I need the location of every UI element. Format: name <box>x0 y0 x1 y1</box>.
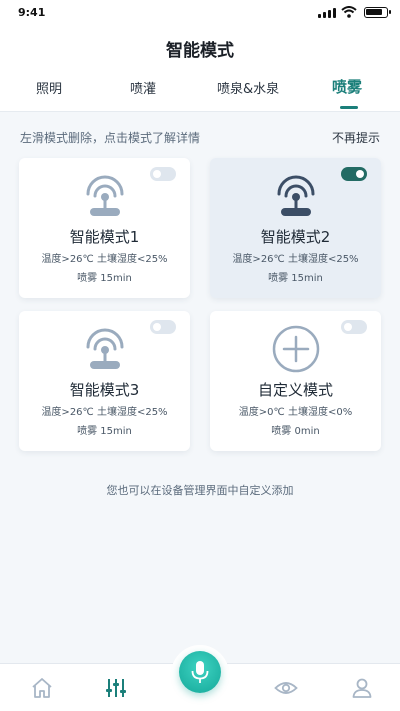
mode-name: 智能模式1 <box>69 228 140 246</box>
custom-add-note: 您也可以在设备管理界面中自定义添加 <box>106 484 294 497</box>
sprinkler-icon <box>86 175 124 216</box>
page-title: 智能模式 <box>166 41 234 61</box>
mode-conditions: 温度>26℃ 土壤湿度<25% <box>41 407 168 418</box>
mode-conditions: 温度>26℃ 土壤湿度<25% <box>232 254 359 265</box>
mode-spray-duration: 喷雾 0min <box>271 426 320 437</box>
dismiss-hint-link[interactable]: 不再提示 <box>332 129 380 146</box>
mode-spray-duration: 喷雾 15min <box>77 426 132 437</box>
voice-button[interactable] <box>171 645 229 703</box>
tab-lighting[interactable]: 照明 <box>36 78 62 97</box>
battery-icon <box>364 7 391 18</box>
active-tab-indicator <box>340 106 358 109</box>
mode-name: 智能模式3 <box>69 381 140 399</box>
mode-toggle[interactable] <box>150 320 176 334</box>
add-circle-icon[interactable] <box>271 325 321 373</box>
header-panel: 9:41 智能模式 照明 喷灌 喷泉&水泉 喷雾 <box>0 0 400 112</box>
tab-irrigation[interactable]: 喷灌 <box>130 78 156 97</box>
mode-card-3[interactable]: 智能模式3 温度>26℃ 土壤湿度<25% 喷雾 15min <box>19 311 190 451</box>
user-icon[interactable] <box>350 676 374 700</box>
mode-card-1[interactable]: 智能模式1 温度>26℃ 土壤湿度<25% 喷雾 15min <box>19 158 190 298</box>
mode-toggle[interactable] <box>341 167 367 181</box>
signal-icon <box>318 7 336 18</box>
mode-conditions: 温度>0℃ 土壤湿度<0% <box>238 407 353 418</box>
home-icon[interactable] <box>30 676 54 700</box>
sprinkler-icon <box>277 175 315 216</box>
status-time: 9:41 <box>18 6 46 19</box>
mode-toggle[interactable] <box>150 167 176 181</box>
sprinkler-icon <box>86 328 124 369</box>
mode-spray-duration: 喷雾 15min <box>77 273 132 284</box>
microphone-icon <box>191 661 209 683</box>
mode-name: 智能模式2 <box>260 228 331 246</box>
tab-bar: 照明 喷灌 喷泉&水泉 喷雾 <box>0 78 400 112</box>
custom-mode-card[interactable]: 自定义模式 温度>0℃ 土壤湿度<0% 喷雾 0min <box>210 311 381 451</box>
sliders-icon[interactable] <box>104 676 128 700</box>
microphone-button[interactable] <box>179 651 221 693</box>
swipe-hint: 左滑模式删除，点击模式了解详情 <box>20 131 201 145</box>
status-bar: 9:41 <box>0 0 400 26</box>
tab-mist[interactable]: 喷雾 <box>332 76 362 97</box>
mode-conditions: 温度>26℃ 土壤湿度<25% <box>41 254 168 265</box>
mode-name: 自定义模式 <box>257 381 333 399</box>
mode-spray-duration: 喷雾 15min <box>268 273 323 284</box>
eye-icon[interactable] <box>274 676 298 700</box>
wifi-icon <box>341 6 357 18</box>
tab-fountain[interactable]: 喷泉&水泉 <box>217 78 279 97</box>
mode-toggle[interactable] <box>341 320 367 334</box>
mode-card-2[interactable]: 智能模式2 温度>26℃ 土壤湿度<25% 喷雾 15min <box>210 158 381 298</box>
